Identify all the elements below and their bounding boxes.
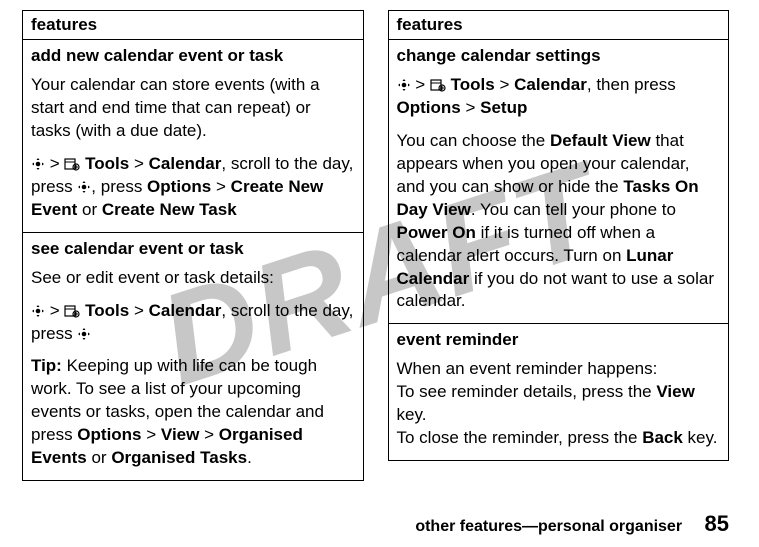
text: , press — [91, 177, 147, 196]
gt: > — [204, 425, 214, 444]
cell-title: event reminder — [397, 330, 721, 350]
nav-tools: Tools — [85, 301, 129, 320]
nav-calendar: Calendar — [149, 301, 222, 320]
gt: > — [50, 154, 60, 173]
cell-see-event: see calendar event or task See or edit e… — [23, 232, 364, 481]
body-text: You can choose the Default View that app… — [397, 130, 721, 314]
page-footer: other features—personal organiser 85 — [415, 511, 729, 537]
text: To see reminder details, press the — [397, 382, 657, 401]
table-header: features — [23, 11, 364, 40]
gt: > — [499, 75, 509, 94]
text: . — [247, 448, 252, 467]
tools-icon — [64, 304, 80, 318]
nav-calendar: Calendar — [149, 154, 222, 173]
org-tasks: Organised Tasks — [111, 448, 247, 467]
nav-calendar: Calendar — [514, 75, 587, 94]
text: or — [87, 448, 112, 467]
cell-change-settings: change calendar settings > Tools > Calen… — [388, 40, 729, 324]
nav-path: > Tools > Calendar, scroll to the day, p… — [31, 300, 355, 346]
nav-tools: Tools — [451, 75, 495, 94]
text: or — [77, 200, 102, 219]
view: View — [161, 425, 199, 444]
center-key-icon — [31, 304, 45, 318]
text: key. — [683, 428, 718, 447]
text: To close the reminder, press the — [397, 428, 643, 447]
gt: > — [134, 301, 144, 320]
gt: > — [216, 177, 226, 196]
center-key-icon — [31, 157, 45, 171]
nav-tools: Tools — [85, 154, 129, 173]
tools-icon — [430, 78, 446, 92]
right-column: features change calendar settings > Tool… — [388, 10, 730, 481]
page-content: features add new calendar event or task … — [0, 0, 759, 481]
table-header: features — [388, 11, 729, 40]
cell-event-reminder: event reminder When an event reminder ha… — [388, 324, 729, 461]
gt: > — [50, 301, 60, 320]
features-table-left: features add new calendar event or task … — [22, 10, 364, 481]
footer-text: other features—personal organiser — [415, 518, 682, 535]
left-column: features add new calendar event or task … — [22, 10, 364, 481]
center-key-icon — [77, 180, 91, 194]
create-task: Create New Task — [102, 200, 237, 219]
text: . You can tell your phone to — [471, 200, 676, 219]
default-view: Default View — [550, 131, 651, 150]
features-table-right: features change calendar settings > Tool… — [388, 10, 730, 461]
body-text: See or edit event or task details: — [31, 267, 355, 290]
options: Options — [77, 425, 141, 444]
gt: > — [465, 98, 475, 117]
options: Options — [147, 177, 211, 196]
gt: > — [146, 425, 156, 444]
tools-icon — [64, 157, 80, 171]
center-key-icon — [397, 78, 411, 92]
text: , then press — [587, 75, 676, 94]
cell-title: add new calendar event or task — [31, 46, 355, 66]
body-text: Your calendar can store events (with a s… — [31, 74, 355, 143]
tip-text: Tip: Keeping up with life can be tough w… — [31, 355, 355, 470]
center-key-icon — [77, 327, 91, 341]
cell-add-event: add new calendar event or task Your cale… — [23, 40, 364, 233]
body-text: When an event reminder happens: To see r… — [397, 358, 721, 450]
nav-path: > Tools > Calendar, scroll to the day, p… — [31, 153, 355, 222]
text: key. — [397, 405, 427, 424]
nav-path: > Tools > Calendar, then press Options >… — [397, 74, 721, 120]
tip-label: Tip: — [31, 356, 62, 375]
options: Options — [397, 98, 461, 117]
gt: > — [415, 75, 425, 94]
back-key: Back — [642, 428, 683, 447]
cell-title: see calendar event or task — [31, 239, 355, 259]
text: You can choose the — [397, 131, 550, 150]
gt: > — [134, 154, 144, 173]
cell-title: change calendar settings — [397, 46, 721, 66]
page-number: 85 — [705, 511, 729, 536]
text: When an event reminder happens: — [397, 359, 658, 378]
power-on: Power On — [397, 223, 476, 242]
setup: Setup — [480, 98, 527, 117]
view-key: View — [656, 382, 694, 401]
